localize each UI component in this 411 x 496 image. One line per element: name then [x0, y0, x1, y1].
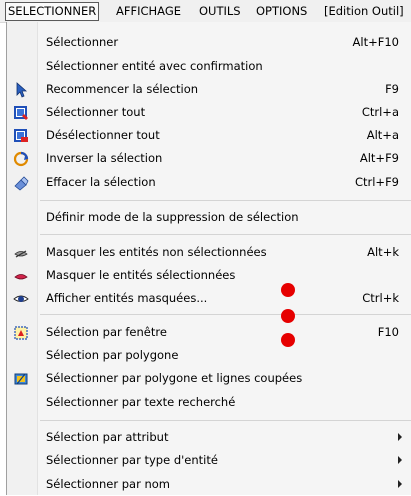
menu-item-label: Inverser la sélection: [46, 151, 163, 165]
invert-selection-icon: [13, 151, 29, 167]
menu-item-label: Sélection par polygone: [46, 348, 179, 362]
annotation-dot: [281, 283, 295, 297]
menu-item-par-texte-recherche[interactable]: Sélectionner par texte recherché: [7, 392, 411, 414]
menu-item-recommencer-selection[interactable]: Recommencer la sélection F9: [7, 79, 411, 101]
menu-item-effacer-selection[interactable]: Effacer la sélection Ctrl+F9: [7, 172, 411, 194]
menu-item-selectionner[interactable]: Sélectionner Alt+F10: [7, 32, 411, 54]
show-hidden-icon: [13, 291, 29, 307]
menu-separator: [40, 234, 411, 235]
menu-item-label: Afficher entités masquées...: [46, 291, 208, 305]
menu-item-deselectionner-tout[interactable]: Désélectionner tout Alt+a: [7, 125, 411, 147]
menubar-outils[interactable]: OUTILS: [199, 3, 241, 20]
menu-item-label: Sélectionner par polygone et lignes coup…: [46, 371, 303, 385]
selectionner-dropdown-menu: Sélectionner Alt+F10 Sélectionner entité…: [6, 22, 411, 495]
polygon-cut-icon: [13, 371, 29, 387]
menu-item-label: Sélection par attribut: [46, 430, 169, 444]
menu-item-shortcut: F9: [385, 82, 399, 96]
submenu-arrow-icon: [398, 480, 402, 488]
select-all-icon: [13, 105, 29, 121]
menu-item-shortcut: Ctrl+k: [362, 291, 399, 305]
menu-item-label: Masquer les entités non sélectionnées: [46, 245, 267, 259]
menu-item-selection-par-fenetre[interactable]: Sélection par fenêtre F10: [7, 322, 411, 344]
menu-item-par-type-entite[interactable]: Sélectionner par type d'entité: [7, 450, 411, 472]
deselect-all-icon: [13, 128, 29, 144]
menu-item-shortcut: Alt+k: [367, 245, 399, 259]
menu-item-masquer-non-selectionnees[interactable]: Masquer les entités non sélectionnées Al…: [7, 242, 411, 264]
menu-item-shortcut: Ctrl+a: [361, 105, 399, 119]
menubar-options[interactable]: OPTIONS: [256, 3, 307, 20]
menubar-selectionner[interactable]: SELECTIONNER: [5, 2, 100, 21]
eraser-icon: [13, 175, 29, 191]
menu-item-polygone-lignes-coupees[interactable]: Sélectionner par polygone et lignes coup…: [7, 368, 411, 390]
menu-item-afficher-masquees[interactable]: Afficher entités masquées... Ctrl+k: [7, 288, 411, 310]
menu-item-shortcut: Alt+a: [366, 128, 399, 142]
menu-item-label: Sélectionner par nom: [46, 477, 171, 491]
menu-item-selection-par-polygone[interactable]: Sélection par polygone: [7, 345, 411, 367]
menubar-affichage[interactable]: AFFICHAGE: [116, 3, 181, 20]
menu-item-definir-mode-suppression[interactable]: Définir mode de la suppression de sélect…: [7, 207, 411, 229]
annotation-dot: [281, 333, 295, 347]
menu-item-label: Recommencer la sélection: [46, 82, 199, 96]
submenu-arrow-icon: [398, 456, 402, 464]
menu-item-shortcut: Alt+F10: [352, 35, 399, 49]
menu-item-label: Sélectionner par type d'entité: [46, 453, 218, 467]
menu-item-label: Sélectionner par texte recherché: [46, 395, 236, 409]
menu-item-label: Sélectionner tout: [46, 105, 146, 119]
menu-item-par-nom[interactable]: Sélectionner par nom: [7, 474, 411, 496]
menu-item-shortcut: Alt+F9: [359, 151, 399, 165]
menu-item-shortcut: Ctrl+F9: [354, 175, 399, 189]
menu-item-label: Désélectionner tout: [46, 128, 160, 142]
menu-item-label: Sélectionner: [46, 35, 119, 49]
menu-item-selectionner-tout[interactable]: Sélectionner tout Ctrl+a: [7, 102, 411, 124]
hide-selected-icon: [13, 268, 29, 284]
annotation-dot: [281, 309, 295, 323]
menu-item-label: Sélection par fenêtre: [46, 325, 167, 339]
menu-separator: [40, 200, 411, 201]
menu-item-label: Effacer la sélection: [46, 175, 156, 189]
menu-item-label: Masquer le entités sélectionnées: [46, 268, 236, 282]
menu-separator: [40, 420, 411, 421]
window-selection-icon: [13, 325, 29, 341]
menu-item-label: Définir mode de la suppression de sélect…: [46, 210, 299, 224]
menu-item-selectionner-avec-confirmation[interactable]: Sélectionner entité avec confirmation: [7, 56, 411, 78]
menu-item-shortcut: F10: [377, 325, 399, 339]
menu-item-masquer-selectionnees[interactable]: Masquer le entités sélectionnées: [7, 265, 411, 287]
menubar-edition-outil[interactable]: [Edition Outil]: [324, 3, 404, 20]
menu-item-inverser-selection[interactable]: Inverser la sélection Alt+F9: [7, 148, 411, 170]
hide-unselected-icon: [13, 245, 29, 261]
menu-item-par-attribut[interactable]: Sélection par attribut: [7, 427, 411, 449]
cursor-arrow-icon: [13, 82, 29, 98]
menu-separator: [40, 314, 411, 315]
submenu-arrow-icon: [398, 433, 402, 441]
menu-bar: SELECTIONNER AFFICHAGE OUTILS OPTIONS [E…: [0, 0, 411, 23]
menu-item-label: Sélectionner entité avec confirmation: [46, 59, 263, 73]
